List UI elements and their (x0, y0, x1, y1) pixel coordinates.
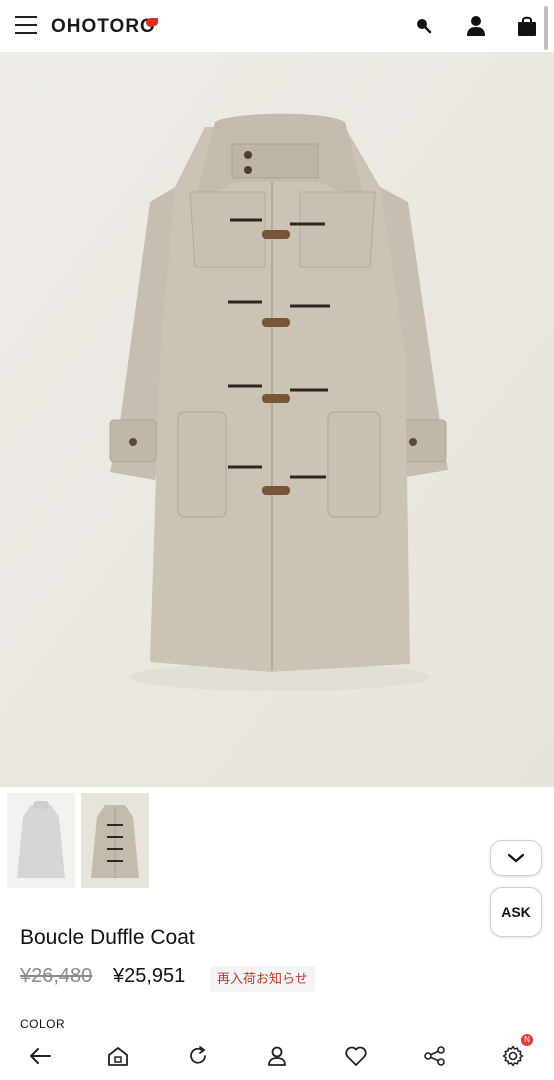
logo-text: OHOTORO (51, 16, 156, 37)
bag-icon[interactable] (514, 13, 540, 39)
top-header: OHOTORO (0, 0, 554, 52)
refresh-icon[interactable] (182, 1040, 214, 1072)
thumbnail-2[interactable] (81, 793, 149, 888)
share-icon[interactable] (419, 1040, 451, 1072)
logo-accent (146, 18, 158, 27)
chevron-down-icon (507, 853, 525, 863)
restock-notify-button[interactable]: 再入荷お知らせ (210, 966, 315, 992)
logo[interactable]: OHOTORO (51, 16, 156, 38)
home-icon[interactable] (102, 1040, 134, 1072)
scroll-down-button[interactable] (490, 840, 542, 876)
coat-image (0, 52, 554, 787)
back-arrow-icon[interactable] (24, 1040, 56, 1072)
color-label: COLOR (20, 1017, 66, 1031)
settings-badge: N (521, 1034, 533, 1046)
menu-icon[interactable] (15, 15, 37, 35)
sale-price: ¥25,951 (113, 965, 186, 987)
settings-icon[interactable]: N (497, 1034, 533, 1072)
user-icon[interactable] (261, 1040, 293, 1072)
original-price: ¥26,480 (20, 965, 93, 987)
ask-button[interactable]: ASK (490, 887, 542, 937)
ask-label: ASK (501, 904, 531, 920)
search-icon[interactable] (411, 13, 437, 39)
thumbnail-1[interactable] (7, 793, 75, 888)
scrollbar[interactable] (544, 6, 548, 50)
product-title: Boucle Duffle Coat (20, 926, 195, 949)
thumbnail-strip (0, 787, 554, 897)
bottom-nav: N (0, 1032, 554, 1080)
account-icon[interactable] (463, 13, 489, 39)
product-main-image[interactable] (0, 52, 554, 787)
heart-icon[interactable] (340, 1040, 372, 1072)
